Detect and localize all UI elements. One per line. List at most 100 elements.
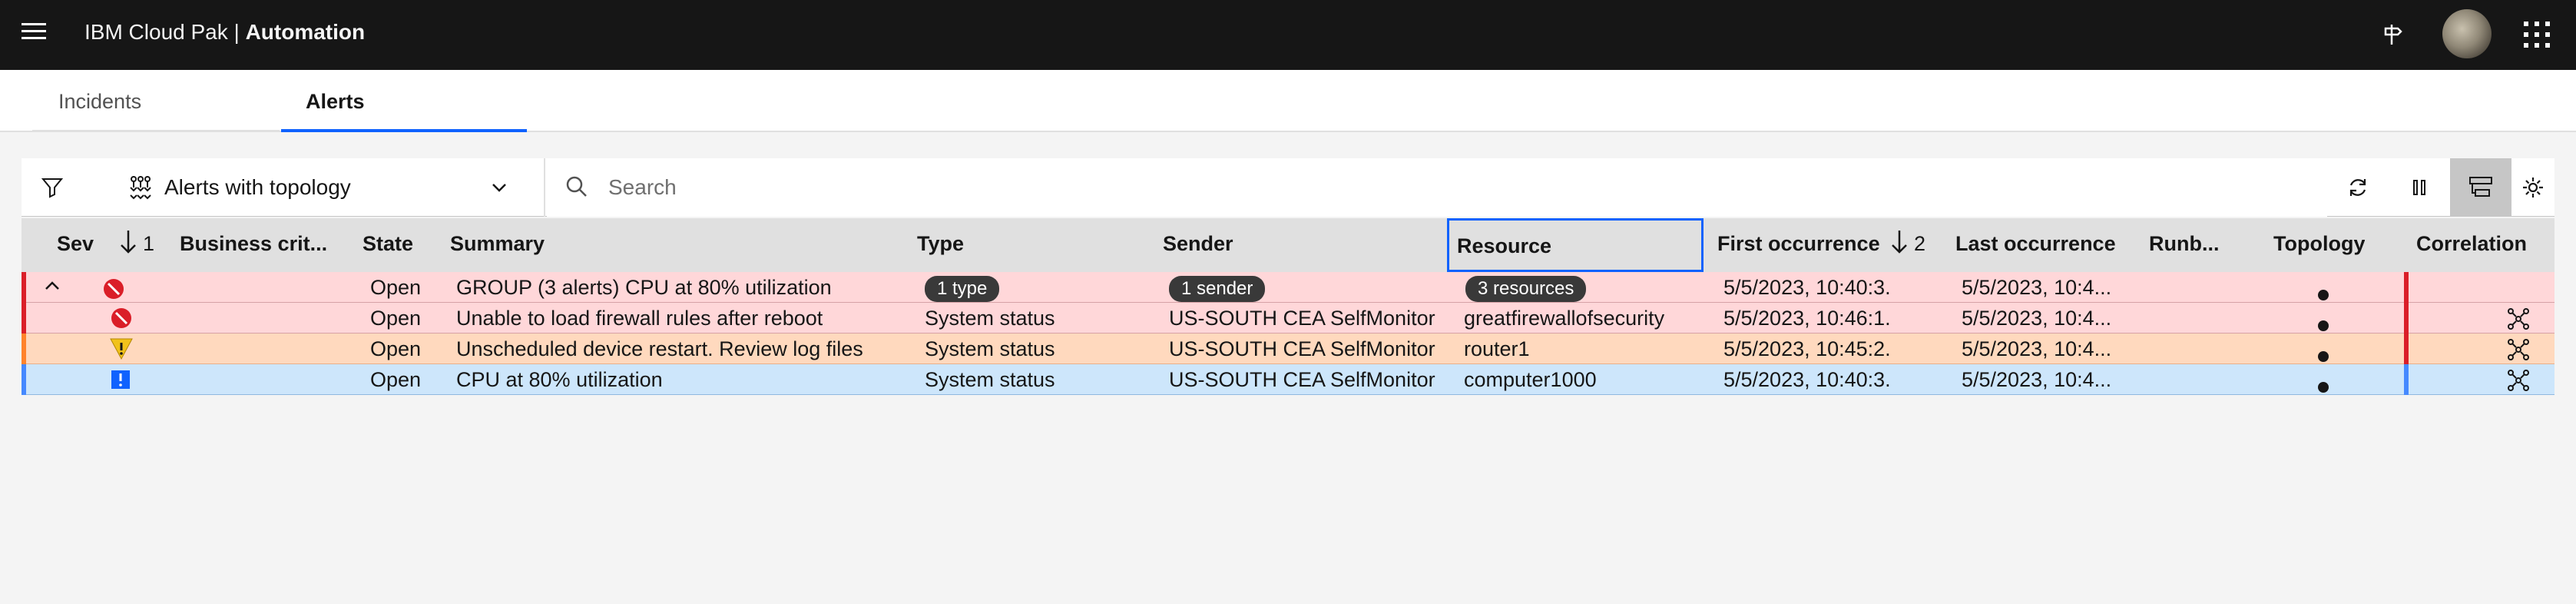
refresh-icon [2349,179,2366,196]
column-type[interactable]: Type [917,218,964,272]
column-sender[interactable]: Sender [1163,218,1233,272]
correlation-icon [2508,339,2529,360]
view-selector-label: Alerts with topology [164,175,351,199]
topology-cell[interactable] [2318,303,2329,334]
type-cell: System status [925,368,1055,391]
alerts-toolbar: Alerts with topology [22,158,2554,217]
chevron-down-icon [492,184,506,192]
app-switcher-icon[interactable] [2524,22,2550,48]
pause-icon [2413,180,2425,195]
chevron-up-icon [45,281,59,290]
tab-bar: Incidents Alerts [0,70,2576,132]
correlation-bar [2404,334,2409,364]
table-row[interactable]: Open Unscheduled device restart. Review … [22,334,2554,364]
arrow-down-icon [1892,231,1907,254]
table-row[interactable]: Open CPU at 80% utilization System statu… [22,364,2554,395]
search-input[interactable] [608,169,2298,206]
sort-indicator-2[interactable] [1889,218,1909,272]
signpost-icon[interactable] [2373,15,2412,54]
correlation-cell[interactable] [2507,364,2530,395]
topology-cell[interactable] [2318,272,2329,303]
last-occurrence-cell: 5/5/2023, 10:4... [1962,368,2112,391]
view-selector[interactable]: Alerts with topology [83,158,545,217]
avatar[interactable] [2442,9,2492,58]
sort-indicator-1[interactable] [118,218,138,272]
sender-cell: US-SOUTH CEA SelfMonitor [1169,337,1435,360]
brand-product: Automation [245,20,366,44]
sort-order-2: 2 [1914,232,1926,255]
brand-prefix: IBM Cloud Pak | [84,20,246,44]
collapse-button[interactable] [43,272,61,303]
major-severity-icon [109,334,134,364]
first-occurrence-cell: 5/5/2023, 10:40:3... [1723,368,1892,391]
settings-button[interactable] [2511,158,2554,217]
alerts-table: Sev 1 Business crit... State Summary Typ… [22,218,2554,395]
table-row[interactable]: Open GROUP (3 alerts) CPU at 80% utiliza… [22,272,2554,303]
pause-button[interactable] [2389,158,2450,217]
correlation-icon [2508,370,2529,391]
critical-severity-icon [103,272,124,303]
correlation-cell[interactable] [2507,303,2530,334]
resource-cell: greatfirewallofsecurity [1464,307,1665,330]
sender-count-badge: 1 sender [1169,276,1266,302]
tab-incidents[interactable]: Incidents [32,70,280,132]
correlation-cell[interactable] [2507,334,2530,364]
table-row[interactable]: Open Unable to load firewall rules after… [22,303,2554,334]
summary-cell: CPU at 80% utilization [456,368,663,391]
column-state[interactable]: State [363,218,413,272]
group-view-button[interactable] [2450,158,2511,217]
summary-cell: Unable to load firewall rules after rebo… [456,307,823,330]
topology-indicator [2318,290,2329,300]
state-cell: Open [370,368,422,391]
summary-cell: GROUP (3 alerts) CPU at 80% utilization [456,276,832,299]
filter-icon [41,178,64,198]
sort-order-1: 1 [143,232,155,255]
refresh-button[interactable] [2327,158,2389,217]
grouping-icon [2469,177,2492,197]
sender-cell: 1 sender [1169,272,1266,303]
type-cell: 1 type [925,272,1000,303]
topology-view-icon [130,176,151,200]
column-correlation[interactable]: Correlation [2416,218,2527,272]
summary-cell: Unscheduled device restart. Review log f… [456,337,863,360]
menu-icon[interactable] [22,23,46,45]
topology-indicator [2318,382,2329,393]
topology-indicator [2318,320,2329,331]
gear-icon [2523,178,2543,197]
column-resource[interactable]: Resource [1447,218,1704,272]
last-occurrence-cell: 5/5/2023, 10:4... [1962,337,2112,360]
topology-indicator [2318,351,2329,362]
column-topology[interactable]: Topology [2273,218,2365,272]
sender-cell: US-SOUTH CEA SelfMonitor [1169,307,1435,330]
state-cell: Open [370,276,422,299]
first-occurrence-cell: 5/5/2023, 10:46:1... [1723,307,1892,330]
app-title[interactable]: IBM Cloud Pak | Automation [84,20,365,45]
resource-cell: router1 [1464,337,1530,360]
app-header: IBM Cloud Pak | Automation [0,0,2576,70]
topology-cell[interactable] [2318,364,2329,395]
column-last-occurrence[interactable]: Last occurrence [1955,218,2116,272]
search-bar [547,158,2327,217]
column-first-occurrence[interactable]: First occurrence [1717,218,1880,272]
severity-bar [22,303,26,334]
column-summary[interactable]: Summary [450,218,545,272]
tab-alerts[interactable]: Alerts [281,70,527,132]
first-occurrence-cell: 5/5/2023, 10:45:2... [1723,337,1892,360]
severity-bar [22,364,26,395]
table-header: Sev 1 Business crit... State Summary Typ… [22,218,2554,272]
correlation-bar [2404,272,2409,303]
column-sev[interactable]: Sev [57,218,94,272]
sender-cell: US-SOUTH CEA SelfMonitor [1169,368,1435,391]
resource-cell: 3 resources [1465,272,1587,303]
filter-button[interactable] [22,158,83,217]
last-occurrence-cell: 5/5/2023, 10:4... [1962,307,2112,330]
correlation-bar [2404,364,2409,395]
topology-cell[interactable] [2318,334,2329,364]
critical-severity-icon [111,303,132,334]
first-occurrence-cell: 5/5/2023, 10:40:3... [1723,276,1892,299]
column-runbook[interactable]: Runb... [2149,218,2219,272]
type-count-badge: 1 type [925,276,1000,302]
severity-bar [22,334,26,364]
column-business-criticality[interactable]: Business crit... [180,218,356,272]
arrow-down-icon [121,231,136,254]
